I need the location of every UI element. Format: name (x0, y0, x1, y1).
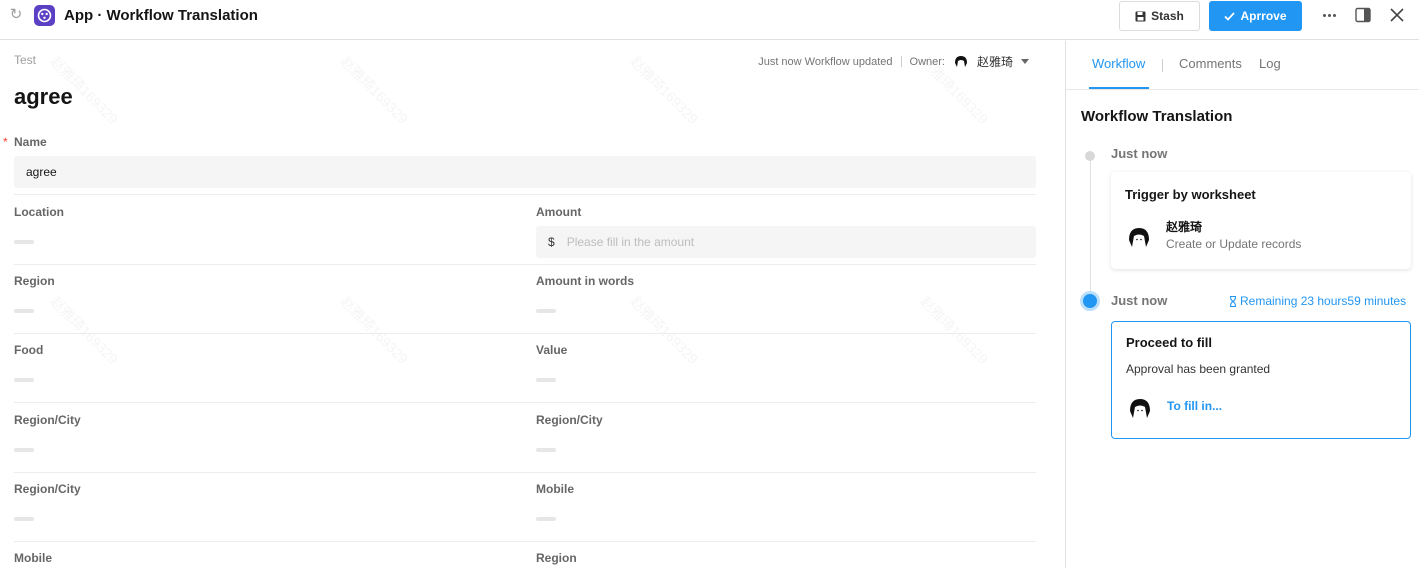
workflow-sidebar: Workflow Comments Log Workflow Translati… (1065, 41, 1419, 568)
app-logo-icon (34, 5, 55, 26)
owner-label: Owner: (909, 55, 945, 68)
step-time: Just now (1111, 146, 1168, 161)
field-label-region-city: Region/City (536, 413, 603, 427)
region-empty-value[interactable] (14, 309, 34, 313)
breadcrumb[interactable]: Test (14, 53, 36, 67)
amount-field[interactable]: $ Please fill in the amount (536, 226, 1036, 258)
timeline-line (1090, 155, 1091, 301)
field-label-amount: Amount (536, 205, 582, 219)
refresh-icon[interactable]: ↻ (8, 7, 24, 23)
field-label-value: Value (536, 343, 568, 357)
region-city-empty-value[interactable] (14, 448, 34, 452)
field-label-food: Food (14, 343, 44, 357)
avatar[interactable] (1127, 396, 1153, 422)
timeline-dot (1085, 151, 1095, 161)
hourglass-icon (1229, 295, 1237, 307)
fill-in-link[interactable]: To fill in... (1167, 399, 1222, 413)
tab-workflow[interactable]: Workflow (1092, 56, 1145, 71)
field-label-region: Region (14, 274, 55, 288)
region-city-empty-value[interactable] (536, 448, 556, 452)
proceed-card[interactable]: Proceed to fill Approval has been grante… (1111, 321, 1411, 439)
field-label-region: Region (536, 551, 577, 565)
chevron-down-icon[interactable] (1021, 59, 1029, 64)
divider (14, 402, 1036, 403)
more-icon[interactable] (1320, 6, 1338, 24)
record-title: agree (14, 84, 73, 109)
sidebar-tabs: Workflow Comments Log (1066, 41, 1419, 90)
user-name: 赵雅琦 (1166, 220, 1203, 234)
owner-name[interactable]: 赵雅琦 (977, 53, 1013, 70)
field-label-amount-in-words: Amount in words (536, 274, 634, 288)
tab-comments[interactable]: Comments (1179, 56, 1242, 71)
divider (1162, 59, 1163, 72)
card-title: Trigger by worksheet (1125, 187, 1256, 202)
divider (14, 541, 1036, 542)
field-label-location: Location (14, 205, 64, 219)
top-bar: ↻ App · Workflow Translation Stash Aprro… (0, 0, 1419, 40)
toggle-panel-icon[interactable] (1355, 7, 1371, 23)
card-title: Proceed to fill (1126, 335, 1212, 350)
trigger-card: Trigger by worksheet 赵雅琦 Create or Updat… (1111, 172, 1411, 269)
check-icon (1224, 11, 1236, 21)
save-icon (1135, 11, 1146, 21)
name-field[interactable]: agree (14, 156, 1036, 188)
step-action: Create or Update records (1166, 237, 1302, 251)
value-empty-value[interactable] (536, 378, 556, 382)
location-empty-value[interactable] (14, 240, 34, 244)
record-form: Test Just now Workflow updated Owner: 赵雅… (0, 41, 1065, 568)
stash-button[interactable]: Stash (1119, 1, 1200, 31)
app-title: App · Workflow Translation (64, 7, 258, 24)
field-label-region-city: Region/City (14, 482, 81, 496)
required-marker: * (3, 135, 8, 149)
mobile-empty-value[interactable] (536, 517, 556, 521)
region-city-empty-value[interactable] (14, 517, 34, 521)
stash-label: Stash (1151, 9, 1184, 23)
field-label-mobile: Mobile (14, 551, 52, 565)
step-time: Just now (1111, 293, 1168, 308)
currency-symbol: $ (548, 235, 555, 249)
active-tab-indicator (1089, 87, 1149, 89)
timeline-dot-active (1080, 291, 1100, 311)
avatar[interactable] (1126, 225, 1152, 251)
update-status: Just now Workflow updated (758, 55, 893, 68)
workflow-title: Workflow Translation (1081, 108, 1233, 125)
avatar[interactable] (953, 54, 969, 70)
field-label-name: Name (14, 135, 47, 149)
divider (14, 194, 1036, 195)
amount-placeholder: Please fill in the amount (566, 235, 695, 249)
step-description: Approval has been granted (1126, 362, 1271, 376)
approve-label: Aprrove (1240, 9, 1287, 23)
field-label-mobile: Mobile (536, 482, 574, 496)
remaining-label: Remaining 23 hours59 minutes (1240, 294, 1407, 308)
field-label-region-city: Region/City (14, 413, 81, 427)
divider (14, 333, 1036, 334)
remaining-time: Remaining 23 hours59 minutes (1229, 294, 1406, 308)
approve-button[interactable]: Aprrove (1209, 1, 1302, 31)
food-empty-value[interactable] (14, 378, 34, 382)
amount-in-words-empty-value (536, 309, 556, 313)
divider (900, 56, 902, 67)
divider (14, 264, 1036, 265)
divider (14, 472, 1036, 473)
tab-log[interactable]: Log (1259, 56, 1281, 71)
close-icon[interactable] (1388, 6, 1406, 24)
record-meta: Just now Workflow updated Owner: 赵雅琦 (758, 53, 1029, 70)
